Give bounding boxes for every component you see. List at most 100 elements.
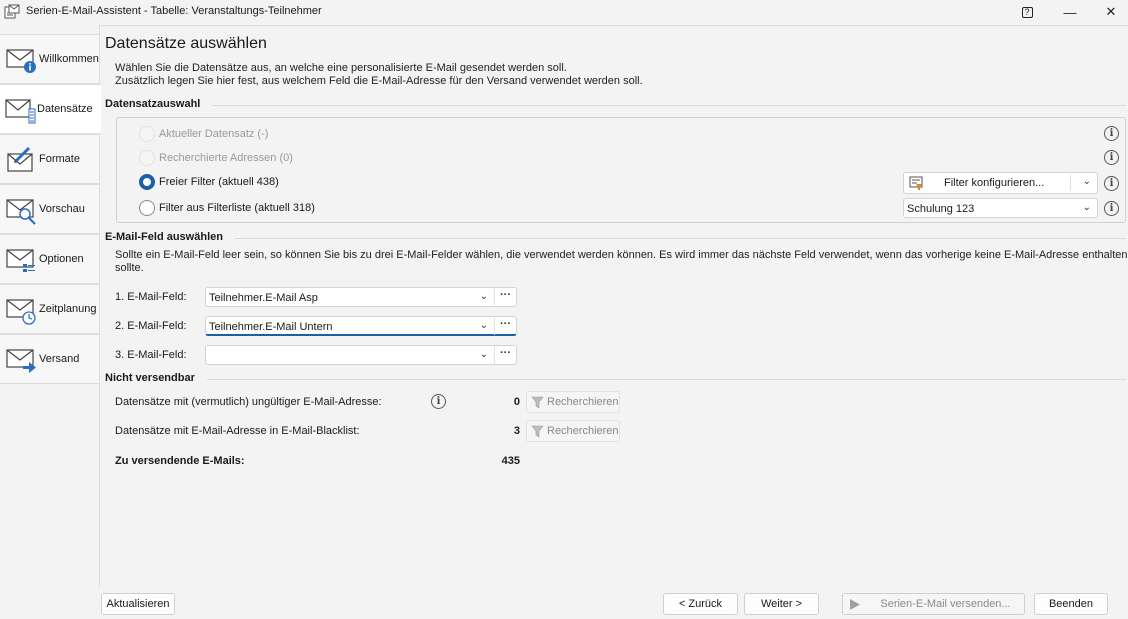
envelope-pen-icon <box>7 146 33 172</box>
section-divider <box>207 379 1126 380</box>
section-heading-selection: Datensatzauswahl <box>105 98 201 110</box>
main-panel: Datensätze auswählen Wählen Sie die Date… <box>99 25 1128 587</box>
radio-button[interactable] <box>139 150 155 166</box>
more-options-button[interactable]: ··· <box>494 288 516 306</box>
info-icon[interactable]: i <box>431 394 446 409</box>
send-button[interactable]: Serien-E-Mail versenden... <box>842 593 1025 615</box>
chevron-down-icon: ⌄ <box>1082 202 1091 213</box>
sidebar-item-willkommen[interactable]: Willkommen <box>0 34 100 84</box>
split-divider <box>1070 175 1071 191</box>
invalid-email-label: Datensätze mit (vermutlich) ungültiger E… <box>115 396 382 408</box>
selection-group: Aktueller Datensatz (-) Recherchierte Ad… <box>116 117 1126 223</box>
radio-current-record[interactable]: Aktueller Datensatz (-) <box>139 125 268 143</box>
radio-button[interactable] <box>139 200 155 216</box>
window-title: Serien-E-Mail-Assistent - Tabelle: Veran… <box>26 5 322 17</box>
email-field-2-value: Teilnehmer.E-Mail Untern <box>209 321 333 333</box>
radio-filter-list[interactable]: Filter aus Filterliste (aktuell 318) <box>139 199 315 217</box>
sidebar: Willkommen Datensätze Formate Vorschau O… <box>0 24 101 619</box>
research-invalid-button[interactable]: Recherchieren <box>526 391 620 413</box>
envelope-magnifier-icon <box>6 199 36 225</box>
radio-researched-addresses[interactable]: Recherchierte Adressen (0) <box>139 149 293 167</box>
filter-configure-label: Filter konfigurieren... <box>944 177 1045 189</box>
section-divider <box>235 238 1126 239</box>
total-count: 435 <box>501 455 520 467</box>
sidebar-item-optionen[interactable]: Optionen <box>0 234 100 284</box>
radio-label: Filter aus Filterliste (aktuell 318) <box>159 202 315 214</box>
envelope-info-icon <box>6 49 36 73</box>
funnel-icon <box>531 396 544 409</box>
chevron-down-icon[interactable]: ⌄ <box>1083 176 1091 187</box>
send-label: Serien-E-Mail versenden... <box>880 598 1011 610</box>
chevron-down-icon: ⌄ <box>479 349 488 360</box>
research-label: Recherchieren <box>547 425 619 437</box>
description-line: Sollte ein E-Mail-Feld leer sein, so kön… <box>115 249 1128 261</box>
email-field-2-select[interactable]: Teilnehmer.E-Mail Untern ⌄ ··· <box>205 316 517 336</box>
sidebar-item-label: Datensätze <box>37 103 93 115</box>
email-field-description: Sollte ein E-Mail-Feld leer sein, so kön… <box>115 249 1128 275</box>
footer-bar: Aktualisieren < Zurück Weiter > Serien-E… <box>99 587 1128 619</box>
sidebar-item-datensaetze[interactable]: Datensätze <box>0 84 101 134</box>
filter-config-icon <box>909 176 923 190</box>
filter-list-select[interactable]: Schulung 123 ⌄ <box>903 198 1098 218</box>
email-field-1-select[interactable]: Teilnehmer.E-Mail Asp ⌄ ··· <box>205 287 517 307</box>
sidebar-item-label: Formate <box>39 153 80 165</box>
sidebar-item-zeitplanung[interactable]: Zeitplanung <box>0 284 100 334</box>
email-field-1-label: 1. E-Mail-Feld: <box>115 291 187 303</box>
blacklist-label: Datensätze mit E-Mail-Adresse in E-Mail-… <box>115 425 360 437</box>
blacklist-count: 3 <box>513 425 520 437</box>
chevron-down-icon: ⌄ <box>479 291 488 302</box>
radio-button[interactable] <box>139 174 155 190</box>
sidebar-item-label: Willkommen <box>39 53 99 65</box>
info-icon[interactable]: i <box>1104 176 1119 191</box>
help-icon: ? <box>1021 6 1033 18</box>
info-icon[interactable]: i <box>1104 201 1119 216</box>
back-button[interactable]: < Zurück <box>663 593 738 615</box>
invalid-email-count: 0 <box>513 396 520 408</box>
radio-free-filter[interactable]: Freier Filter (aktuell 438) <box>139 173 279 191</box>
total-label: Zu versendende E-Mails: <box>115 455 245 467</box>
sidebar-item-label: Vorschau <box>39 203 85 215</box>
sidebar-item-versand[interactable]: Versand <box>0 334 100 384</box>
app-icon <box>4 4 20 19</box>
envelope-options-icon <box>6 249 35 272</box>
envelope-list-icon <box>5 99 36 124</box>
sidebar-item-vorschau[interactable]: Vorschau <box>0 184 100 234</box>
minimize-icon: — <box>1063 4 1077 20</box>
section-heading-email-field: E-Mail-Feld auswählen <box>105 231 223 243</box>
funnel-icon <box>531 425 544 438</box>
email-field-3-label: 3. E-Mail-Feld: <box>115 349 187 361</box>
filter-configure-button[interactable]: Filter konfigurieren... ⌄ <box>903 172 1098 194</box>
more-options-button[interactable]: ··· <box>494 317 516 335</box>
info-icon[interactable]: i <box>1104 150 1119 165</box>
email-field-2-label: 2. E-Mail-Feld: <box>115 320 187 332</box>
radio-label: Freier Filter (aktuell 438) <box>159 176 279 188</box>
page-description: Wählen Sie die Datensätze aus, an welche… <box>115 62 643 88</box>
close-icon: ✕ <box>1105 4 1117 19</box>
more-options-button[interactable]: ··· <box>494 346 516 364</box>
chevron-down-icon: ⌄ <box>479 320 488 331</box>
close-button[interactable]: ✕ <box>1091 0 1128 24</box>
research-label: Recherchieren <box>547 396 619 408</box>
refresh-button[interactable]: Aktualisieren <box>101 593 175 615</box>
email-field-3-select[interactable]: ⌄ ··· <box>205 345 517 365</box>
sidebar-item-label: Optionen <box>39 253 84 265</box>
next-button[interactable]: Weiter > <box>744 593 819 615</box>
envelope-arrow-icon <box>6 349 36 373</box>
section-divider <box>212 105 1126 106</box>
sidebar-item-formate[interactable]: Formate <box>0 134 100 184</box>
email-field-1-value: Teilnehmer.E-Mail Asp <box>209 292 318 304</box>
page-title: Datensätze auswählen <box>105 35 267 52</box>
minimize-button[interactable]: — <box>1050 0 1090 24</box>
finish-button[interactable]: Beenden <box>1034 593 1108 615</box>
radio-label: Aktueller Datensatz (-) <box>159 128 269 140</box>
sidebar-item-label: Zeitplanung <box>39 303 97 315</box>
help-button[interactable]: ? <box>1007 0 1047 24</box>
info-icon[interactable]: i <box>1104 126 1119 141</box>
radio-label: Recherchierte Adressen (0) <box>159 152 293 164</box>
radio-button[interactable] <box>139 126 155 142</box>
envelope-clock-icon <box>6 299 36 325</box>
research-blacklist-button[interactable]: Recherchieren <box>526 420 620 442</box>
description-line: Zusätzlich legen Sie hier fest, aus welc… <box>115 75 643 87</box>
play-icon <box>850 599 860 610</box>
description-line: Wählen Sie die Datensätze aus, an welche… <box>115 62 567 74</box>
